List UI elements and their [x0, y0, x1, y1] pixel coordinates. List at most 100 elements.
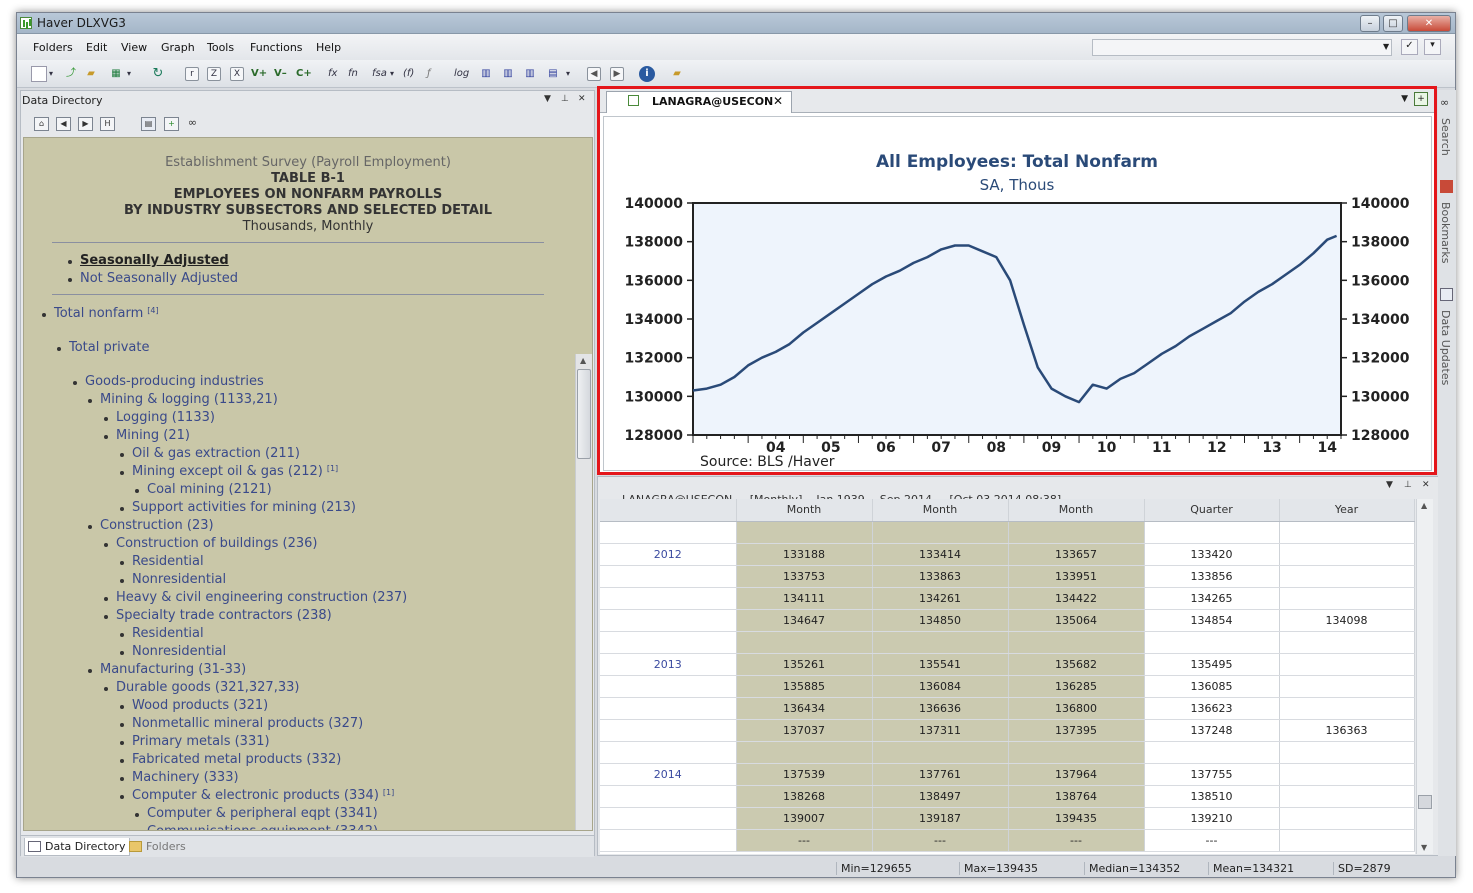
footnote-marker[interactable]: [1]	[327, 464, 338, 473]
value-cell[interactable]: 134098	[1279, 609, 1415, 632]
tree-item[interactable]: Oil & gas extraction (211)	[120, 446, 300, 461]
year-cell[interactable]	[600, 565, 737, 588]
year-cell[interactable]	[600, 719, 737, 742]
r-icon[interactable]: r	[185, 67, 199, 81]
chevron-down-icon[interactable]: ▾	[127, 66, 131, 82]
add-column-button[interactable]: C+	[296, 66, 312, 82]
value-cell[interactable]: 139435	[1008, 807, 1145, 830]
value-cell[interactable]	[1144, 631, 1280, 654]
value-cell[interactable]: 139210	[1144, 807, 1280, 830]
bar-chart-icon[interactable]: ▥	[523, 66, 537, 82]
value-cell[interactable]: 133657	[1008, 543, 1145, 566]
add-variable-button[interactable]: V+	[251, 66, 267, 82]
tree-item[interactable]: Support activities for mining (213)	[120, 500, 356, 515]
value-cell[interactable]: 138497	[872, 785, 1009, 808]
value-cell[interactable]	[1279, 675, 1415, 698]
chart-options-icon[interactable]: ▤	[546, 66, 560, 82]
value-cell[interactable]	[1279, 763, 1415, 786]
chevron-down-icon[interactable]: ▾	[390, 66, 394, 82]
tree-item[interactable]: Nonresidential	[119, 572, 226, 587]
value-cell[interactable]: 136085	[1144, 675, 1280, 698]
value-cell[interactable]: 135495	[1144, 653, 1280, 676]
column-header[interactable]: Quarter	[1144, 499, 1280, 522]
data-updates-icon[interactable]	[1440, 288, 1453, 301]
value-cell[interactable]: 139187	[872, 807, 1009, 830]
fx-button[interactable]: fx	[328, 66, 337, 82]
tree-item[interactable]: Total private	[56, 340, 149, 355]
close-icon[interactable]: ✕	[1422, 480, 1430, 490]
fsa-button[interactable]: fsa	[372, 66, 387, 82]
value-cell[interactable]: 134111	[736, 587, 873, 610]
value-cell[interactable]	[1144, 521, 1280, 544]
value-cell[interactable]: 133753	[736, 565, 873, 588]
tree-item[interactable]: Mining (21)	[104, 428, 190, 443]
info-icon[interactable]: i	[639, 66, 655, 82]
tree-item[interactable]: Logging (1133)	[104, 410, 215, 425]
pin-icon[interactable]: ⊥	[1404, 480, 1412, 490]
value-cell[interactable]	[1279, 565, 1415, 588]
value-cell[interactable]: 137311	[872, 719, 1009, 742]
chevron-down-icon[interactable]: ▼	[544, 94, 551, 104]
tree-item[interactable]: Computer & peripheral eqpt (3341)	[135, 806, 378, 821]
value-cell[interactable]: 135885	[736, 675, 873, 698]
chevron-down-icon[interactable]: ▼	[1386, 480, 1393, 490]
tree-item[interactable]: Total nonfarm [4]	[42, 306, 159, 321]
value-cell[interactable]: 135261	[736, 653, 873, 676]
year-cell[interactable]	[600, 521, 737, 544]
year-cell[interactable]	[600, 609, 737, 632]
arrow-right-icon[interactable]: ▶	[610, 67, 624, 81]
back-icon[interactable]: ◀	[56, 117, 71, 131]
value-cell[interactable]	[736, 521, 873, 544]
binoculars-icon[interactable]: ∞	[185, 117, 200, 131]
tree-item[interactable]: Computer & electronic products (334) [1]	[119, 788, 394, 803]
tree-item[interactable]: Machinery (333)	[120, 770, 239, 785]
seasonally-adjusted-link[interactable]: Seasonally Adjusted	[68, 253, 229, 268]
close-icon[interactable]: ✕	[578, 94, 586, 104]
chevron-down-icon[interactable]: ▾	[566, 66, 570, 82]
chevron-down-icon[interactable]: ▼	[1401, 94, 1408, 104]
chart-tab-label[interactable]: LANAGRA@USECON	[652, 95, 773, 108]
value-cell[interactable]: 133863	[872, 565, 1009, 588]
z-icon[interactable]: Z	[207, 67, 221, 81]
tree-item[interactable]: Nonmetallic mineral products (327)	[119, 716, 363, 731]
value-cell[interactable]: 136285	[1008, 675, 1145, 698]
scroll-thumb[interactable]	[1418, 795, 1432, 809]
value-cell[interactable]: 137539	[736, 763, 873, 786]
value-cell[interactable]: 133414	[872, 543, 1009, 566]
value-cell[interactable]	[1008, 521, 1145, 544]
close-tab-icon[interactable]: ✕	[773, 94, 783, 108]
bookmark-icon[interactable]	[1440, 180, 1453, 193]
value-cell[interactable]: 135064	[1008, 609, 1145, 632]
add-folder-icon[interactable]: ▰	[669, 66, 685, 82]
value-cell[interactable]: 133856	[1144, 565, 1280, 588]
x-icon[interactable]: X	[230, 67, 244, 81]
value-cell[interactable]: 139007	[736, 807, 873, 830]
chevron-down-icon[interactable]: ▼	[1383, 42, 1389, 51]
year-cell[interactable]	[600, 807, 737, 830]
value-cell[interactable]: 138268	[736, 785, 873, 808]
bar-chart-icon[interactable]: ▥	[479, 66, 493, 82]
add-bookmark-icon[interactable]: +	[164, 117, 179, 131]
tree-item[interactable]: Fabricated metal products (332)	[119, 752, 341, 767]
year-cell[interactable]: 2014	[600, 763, 737, 786]
tree-item[interactable]: Nonresidential	[119, 644, 226, 659]
value-cell[interactable]	[1279, 741, 1415, 764]
menu-help[interactable]: Help	[316, 41, 341, 54]
year-cell[interactable]	[600, 587, 737, 610]
menu-view[interactable]: View	[121, 41, 147, 54]
function-button[interactable]: (f)	[403, 66, 414, 82]
value-cell[interactable]: 137395	[1008, 719, 1145, 742]
tree-item[interactable]: Construction of buildings (236)	[104, 536, 318, 551]
value-cell[interactable]	[1008, 631, 1145, 654]
value-cell[interactable]: 134422	[1008, 587, 1145, 610]
value-cell[interactable]: 135541	[872, 653, 1009, 676]
menu-folders[interactable]: Folders	[33, 41, 73, 54]
value-cell[interactable]: 138764	[1008, 785, 1145, 808]
menu-functions[interactable]: Functions	[250, 41, 303, 54]
value-cell[interactable]	[872, 741, 1009, 764]
tree-item[interactable]: Specialty trade contractors (238)	[104, 608, 332, 623]
column-header[interactable]	[600, 499, 737, 522]
value-cell[interactable]: 136800	[1008, 697, 1145, 720]
chevron-down-icon[interactable]: ▾	[49, 66, 53, 82]
tree-item[interactable]: Communications equipment (3342)	[147, 824, 378, 830]
